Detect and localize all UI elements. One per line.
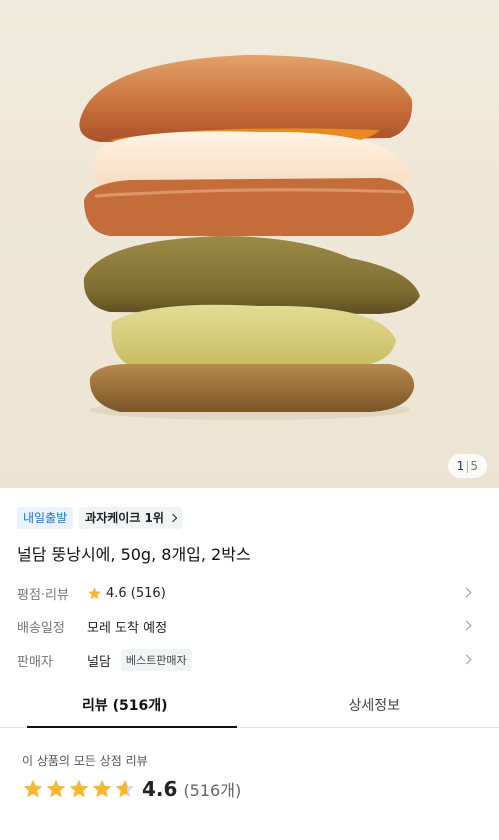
star-icon xyxy=(46,779,66,798)
star-icon xyxy=(23,779,43,798)
chevron-right-icon xyxy=(168,513,178,523)
seller-label: 판매자 xyxy=(17,654,53,670)
counter-total: 5 xyxy=(470,459,478,473)
chevron-right-icon xyxy=(461,620,472,631)
rank-badge[interactable]: 과자케이크 1위 xyxy=(79,507,182,529)
rating-review-row[interactable]: 평점·리뷰 4.6 (516) xyxy=(17,579,482,607)
shipping-label: 배송일정 xyxy=(17,620,65,636)
shipping-row[interactable]: 배송일정 모레 도착 예정 xyxy=(17,612,482,640)
seller-name: 널담 xyxy=(87,654,111,670)
star-icon xyxy=(69,779,89,798)
review-caption: 이 상품의 모든 상점 리뷰 xyxy=(22,754,148,768)
chevron-right-icon xyxy=(461,587,472,598)
star-icon xyxy=(115,779,135,798)
tab-details[interactable]: 상세정보 xyxy=(250,686,499,727)
product-photo-illustration xyxy=(0,0,499,488)
counter-current: 1 xyxy=(456,459,465,473)
tab-reviews[interactable]: 리뷰 (516개) xyxy=(0,686,250,728)
rating-label: 평점·리뷰 xyxy=(17,587,69,603)
product-image[interactable]: 1|5 xyxy=(0,0,499,488)
delivery-badge: 내일출발 xyxy=(17,507,74,529)
rating-value: 4.6 (516) xyxy=(106,585,166,601)
review-count: (516개) xyxy=(183,781,242,800)
product-tabs: 리뷰 (516개) 상세정보 xyxy=(0,686,499,728)
counter-separator: | xyxy=(465,459,470,473)
review-score: 4.6 xyxy=(142,777,178,801)
product-title: 널담 뚱낭시에, 50g, 8개입, 2박스 xyxy=(17,545,251,564)
product-badges: 내일출발 과자케이크 1위 xyxy=(17,507,182,529)
image-page-counter: 1|5 xyxy=(447,454,487,478)
shipping-value: 모레 도착 예정 xyxy=(87,620,168,636)
seller-row[interactable]: 판매자 널담 베스트판매자 xyxy=(17,646,482,674)
star-icon xyxy=(88,586,101,599)
star-rating xyxy=(22,778,136,800)
best-seller-badge: 베스트판매자 xyxy=(120,649,192,671)
star-icon xyxy=(92,779,112,798)
chevron-right-icon xyxy=(461,654,472,665)
review-summary[interactable]: 4.6 (516개) xyxy=(22,777,241,801)
rank-badge-label: 과자케이크 1위 xyxy=(85,511,164,525)
